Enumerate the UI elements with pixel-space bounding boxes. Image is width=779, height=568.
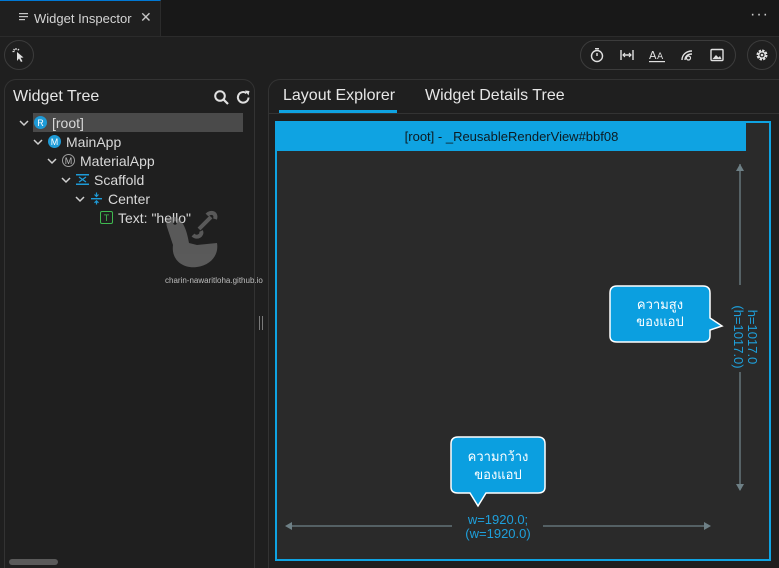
tree-node-label: MaterialApp — [80, 152, 155, 169]
tree-node-mainapp[interactable]: M MainApp — [32, 132, 121, 151]
width-callout-line2: ของแอป — [474, 467, 522, 482]
tree-node-label: Center — [108, 190, 151, 207]
baselines-button[interactable]: A A — [643, 41, 671, 69]
settings-button[interactable] — [747, 40, 777, 70]
svg-text:A: A — [657, 52, 664, 62]
inspector-toolbar: A A — [0, 37, 779, 73]
text-baseline-icon: A A — [649, 49, 665, 63]
width-value-constraint: (w=1920.0) — [465, 526, 531, 541]
tab-layout-explorer[interactable]: Layout Explorer — [283, 87, 395, 105]
repaint-icon — [681, 50, 693, 61]
material-badge-icon: M — [62, 154, 75, 167]
height-callout-line1: ความสูง — [636, 297, 684, 312]
width-callout-text: ความกว้าง ของแอป — [451, 448, 545, 484]
stopwatch-icon — [590, 48, 604, 63]
tab-widget-details-tree[interactable]: Widget Details Tree — [425, 87, 565, 105]
repaint-rainbow-button[interactable] — [673, 41, 701, 69]
layout-box[interactable]: [root] - _ReusableRenderView#bbf08 — [275, 121, 771, 561]
height-callout-line2: ของแอป — [636, 314, 684, 329]
watermark-text: charin-nawaritloha.github.io — [165, 276, 263, 285]
cursor-click-icon — [12, 48, 24, 62]
chevron-down-icon — [33, 138, 43, 145]
widget-tree-title: Widget Tree — [13, 88, 100, 105]
search-icon[interactable] — [213, 89, 230, 106]
tab-title: Widget Inspector — [34, 11, 132, 26]
tree-node-materialapp[interactable]: M MaterialApp — [46, 151, 155, 170]
render-object-header: [root] - _ReusableRenderView#bbf08 — [277, 123, 746, 151]
tree-node-label: [root] — [52, 114, 84, 131]
width-guides-icon — [620, 50, 634, 60]
tree-node-center[interactable]: Center — [74, 189, 150, 208]
guidelines-button[interactable] — [613, 41, 641, 69]
widget-tree-panel: Widget Tree R [root] M MainApp M Materia… — [4, 79, 263, 568]
chevron-down-icon — [47, 157, 57, 164]
height-callout-text: ความสูง ของแอป — [610, 296, 710, 330]
text-badge-icon: T — [100, 211, 113, 224]
image-icon — [710, 48, 724, 62]
widget-inspector-tab[interactable]: Widget Inspector ✕ — [0, 0, 161, 36]
tree-node-scaffold[interactable]: Scaffold — [60, 170, 144, 189]
chevron-down-icon — [75, 195, 85, 202]
close-icon[interactable]: ✕ — [140, 9, 152, 26]
invert-images-button[interactable] — [703, 41, 731, 69]
toolbar-button-group: A A — [580, 40, 736, 70]
root-badge-icon: R — [34, 116, 47, 129]
chevron-down-icon — [19, 119, 29, 126]
scaffold-icon — [76, 174, 89, 185]
more-actions-icon[interactable]: ··· — [750, 6, 769, 24]
select-widget-mode-button[interactable] — [4, 40, 34, 70]
tree-node-root[interactable]: R [root] — [18, 113, 84, 132]
watermark-logo — [166, 210, 218, 268]
center-icon — [91, 192, 102, 205]
lines-icon — [19, 13, 28, 21]
performance-overlay-button[interactable] — [583, 41, 611, 69]
tree-node-label: MainApp — [66, 133, 122, 150]
width-value-label: w=1920.0; (w=1920.0) — [446, 513, 550, 541]
panel-splitter-handle[interactable] — [258, 316, 264, 330]
height-value-label: h=1017.0 (h=1017.0) — [727, 287, 760, 387]
chevron-down-icon — [61, 176, 71, 183]
tab-divider — [269, 113, 779, 114]
svg-text:A: A — [649, 49, 657, 62]
editor-tab-bar: Widget Inspector ✕ ··· — [0, 0, 779, 37]
tree-node-label: Scaffold — [94, 171, 145, 188]
gear-icon — [756, 49, 768, 61]
height-value-constraint: (h=1017.0) — [731, 305, 746, 369]
height-value: h=1017.0 — [745, 309, 760, 365]
refresh-icon[interactable] — [235, 89, 252, 106]
stateless-widget-badge-icon: M — [48, 135, 61, 148]
horizontal-scrollbar[interactable] — [9, 559, 58, 565]
width-value: w=1920.0; — [467, 512, 529, 527]
width-callout-line1: ความกว้าง — [467, 449, 529, 464]
render-object-title: [root] - _ReusableRenderView#bbf08 — [404, 129, 619, 144]
